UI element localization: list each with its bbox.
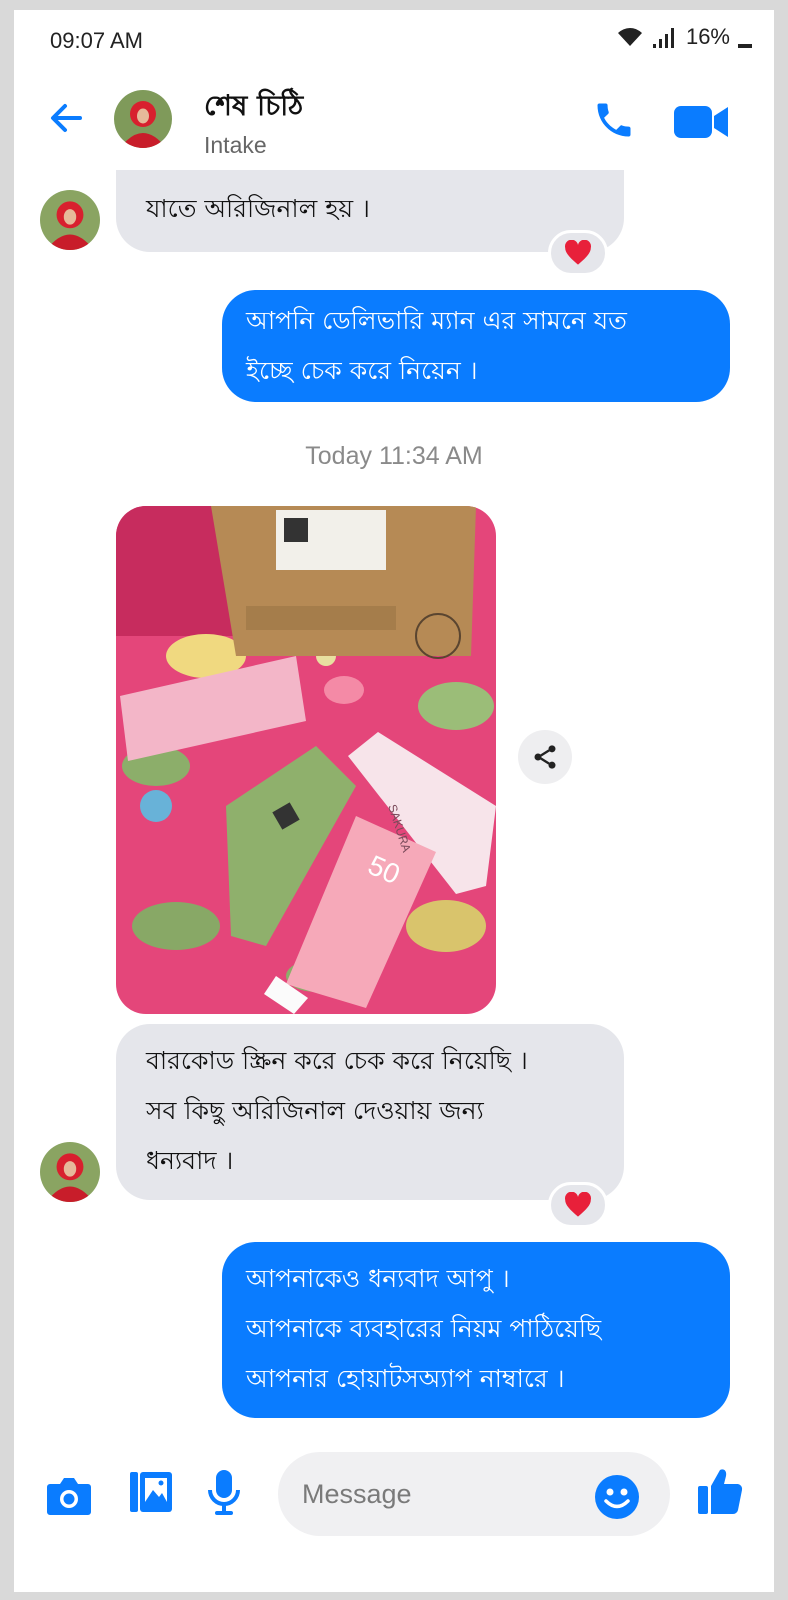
message-bubble-incoming[interactable]: যাতে অরিজিনাল হয় । (116, 170, 624, 252)
message-reaction[interactable] (548, 230, 608, 276)
sender-avatar[interactable] (40, 1142, 100, 1202)
message-bubble-outgoing[interactable]: আপনি ডেলিভারি ম্যান এর সামনে যত ইচ্ছে চে… (222, 290, 730, 402)
share-button[interactable] (518, 730, 572, 784)
heart-icon (565, 240, 591, 265)
message-composer (14, 1440, 774, 1550)
message-reaction[interactable] (548, 1182, 608, 1228)
thumbs-up-icon[interactable] (696, 1466, 744, 1516)
message-bubble-outgoing[interactable]: আপনাকেও ধন্যবাদ আপু । আপনাকে ব্যবহারের ন… (222, 1242, 730, 1418)
gallery-icon[interactable] (128, 1470, 174, 1514)
microphone-icon[interactable] (206, 1468, 242, 1516)
message-line: আপনি ডেলিভারি ম্যান এর সামনে যত (246, 306, 627, 335)
message-line: ধন্যবাদ । (146, 1146, 234, 1175)
status-time: 09:07 AM (50, 28, 143, 53)
wifi-icon (617, 28, 642, 46)
status-icons: 16% (616, 24, 752, 50)
message-bubble-incoming[interactable]: বারকোড স্ক্রিন করে চেক করে নিয়েছি । সব … (116, 1024, 624, 1200)
status-bar: 09:07 AM 16% (14, 10, 774, 68)
phone-icon[interactable] (592, 98, 636, 142)
signal-icon (652, 28, 674, 48)
photo-attachment[interactable]: 50 SAKURA (116, 506, 496, 1014)
sender-avatar[interactable] (40, 190, 100, 250)
video-camera-icon[interactable] (674, 104, 730, 140)
chat-header: শেষ চিঠি Intake (14, 70, 774, 170)
share-icon (534, 745, 556, 769)
contact-subtitle: Intake (204, 132, 267, 158)
messenger-screen: 09:07 AM 16% শেষ চিঠি Intake যাতে অরিজিন… (14, 10, 774, 1592)
message-line: ইচ্ছে চেক করে নিয়েন । (246, 356, 478, 385)
contact-avatar[interactable] (114, 90, 172, 148)
message-timestamp: Today 11:34 AM (305, 442, 483, 470)
message-line: বারকোড স্ক্রিন করে চেক করে নিয়েছি । (146, 1046, 528, 1075)
message-line: আপনার হোয়াটসঅ্যাপ নাম্বারে । (246, 1364, 565, 1393)
heart-icon (565, 1192, 591, 1217)
camera-icon[interactable] (46, 1474, 92, 1516)
message-text: যাতে অরিজিনাল হয় । (146, 194, 370, 223)
battery-percent: 16% (685, 24, 730, 49)
message-line: আপনাকে ব্যবহারের নিয়ম পাঠিয়েছি (246, 1314, 602, 1343)
emoji-icon[interactable] (594, 1474, 640, 1520)
message-line: সব কিছু অরিজিনাল দেওয়ায় জন্য (146, 1096, 484, 1125)
message-line: আপনাকেও ধন্যবাদ আপু । (246, 1264, 510, 1293)
contact-name[interactable]: শেষ চিঠি (204, 84, 303, 131)
back-arrow-icon[interactable] (46, 98, 86, 138)
battery-icon (738, 26, 752, 48)
